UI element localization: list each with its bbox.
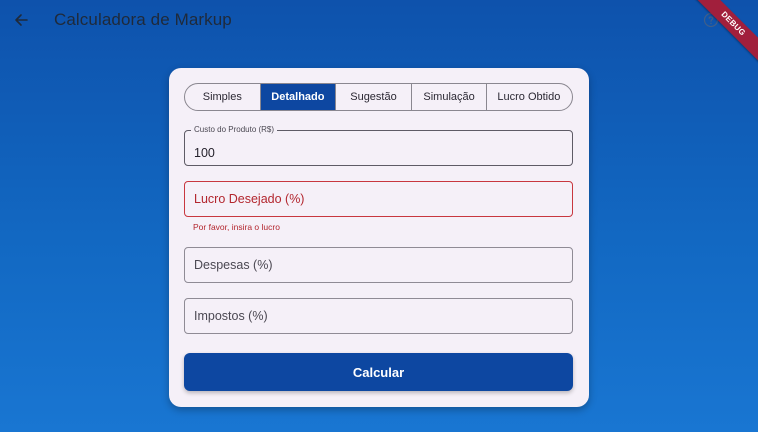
despesas-field[interactable]: Despesas (%) — [184, 247, 573, 283]
lucro-input[interactable] — [185, 182, 572, 216]
custo-input[interactable] — [185, 131, 572, 165]
impostos-input[interactable] — [185, 299, 572, 333]
back-button[interactable] — [10, 9, 32, 31]
tab-detalhado[interactable]: Detalhado — [260, 84, 337, 110]
help-circle-icon — [703, 12, 719, 28]
markup-card: Simples Detalhado Sugestão Simulação Luc… — [169, 68, 589, 407]
help-button[interactable] — [703, 12, 719, 28]
lucro-field[interactable]: Lucro Desejado (%) — [184, 181, 573, 217]
despesas-input[interactable] — [185, 248, 572, 282]
lucro-error-message: Por favor, insira o lucro — [193, 222, 280, 232]
tab-lucro-obtido[interactable]: Lucro Obtido — [487, 84, 572, 110]
tab-simples[interactable]: Simples — [185, 84, 261, 110]
app-bar: Calculadora de Markup — [0, 0, 758, 42]
tab-simulacao[interactable]: Simulação — [412, 84, 488, 110]
arrow-left-icon — [15, 14, 28, 26]
custo-field[interactable]: Custo do Produto (R$) — [184, 125, 573, 166]
impostos-field[interactable]: Impostos (%) — [184, 298, 573, 334]
tab-sugestao[interactable]: Sugestão — [336, 84, 412, 110]
mode-tabs: Simples Detalhado Sugestão Simulação Luc… — [184, 83, 573, 111]
page-title: Calculadora de Markup — [54, 10, 232, 29]
calcular-button[interactable]: Calcular — [184, 353, 573, 391]
